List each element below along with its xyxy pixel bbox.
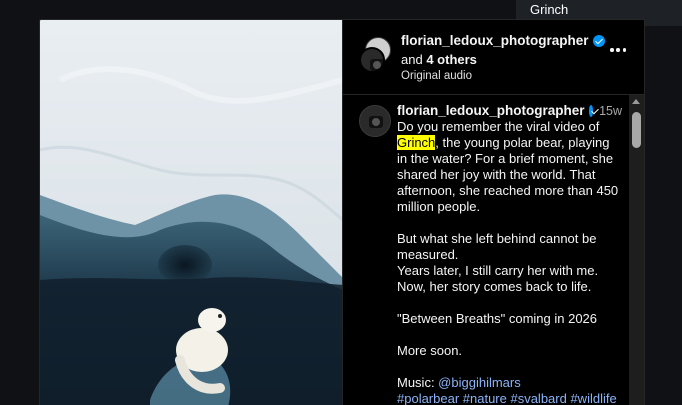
caption: florian_ledoux_photographer 15w Do you r…	[343, 95, 644, 405]
post-video[interactable]	[40, 20, 342, 405]
collaborators-count[interactable]: 4 others	[426, 52, 477, 67]
post-time[interactable]: 15w	[599, 103, 622, 119]
music-label: Music:	[397, 375, 439, 390]
caption-username[interactable]: florian_ledoux_photographer	[397, 103, 585, 119]
caption-avatar[interactable]	[359, 105, 391, 137]
collaborators-prefix: and	[401, 52, 423, 67]
caption-top: florian_ledoux_photographer 15w	[397, 103, 622, 119]
verified-badge-icon	[592, 34, 605, 47]
hashtags[interactable]: #polarbear #nature #svalbard #wildlife	[397, 391, 622, 405]
caption-paragraph-5: "Between Breaths" coming in 2026	[397, 311, 598, 326]
avatar	[359, 47, 385, 73]
audio-link[interactable]: Original audio	[401, 70, 630, 82]
header-username-label[interactable]: florian_ledoux_photographer	[401, 33, 589, 48]
post-header: florian_ledoux_photographer and 4 others…	[343, 20, 644, 95]
polar-bear-image	[40, 20, 342, 405]
find-input[interactable]	[530, 1, 682, 17]
post-sidebar: florian_ledoux_photographer and 4 others…	[342, 20, 644, 405]
caption-paragraph-3: Years later, I still carry her with me.	[397, 263, 599, 278]
scroll-up-arrow-icon[interactable]	[632, 99, 640, 104]
post-dialog: florian_ledoux_photographer and 4 others…	[39, 19, 645, 405]
collaborators-text[interactable]: and 4 others	[401, 52, 630, 67]
scrollbar-thumb[interactable]	[632, 112, 641, 148]
verified-badge-icon	[588, 105, 594, 117]
music-credit: Music: @biggihilmars	[397, 375, 622, 391]
camera-lens-icon	[373, 61, 381, 69]
caption-body: florian_ledoux_photographer 15w Do you r…	[397, 103, 622, 405]
collab-avatars[interactable]	[359, 37, 393, 77]
caption-paragraph-2: But what she left behind cannot be measu…	[397, 231, 597, 262]
caption-paragraph-1: Do you remember the viral video of Grinc…	[397, 119, 622, 215]
header-text: florian_ledoux_photographer and 4 others…	[401, 32, 630, 82]
caption-area: florian_ledoux_photographer 15w Do you r…	[343, 95, 644, 405]
page: florian_ledoux_photographer and 4 others…	[0, 0, 682, 405]
camera-lens-icon	[372, 118, 380, 126]
caption-paragraph-6: More soon.	[397, 343, 463, 358]
caption-paragraph-4: Now, her story comes back to life.	[397, 279, 592, 294]
header-username[interactable]: florian_ledoux_photographer	[401, 33, 605, 48]
caption-text: Do you remember the viral video of	[397, 119, 600, 134]
scrollbar[interactable]	[629, 95, 644, 405]
music-artist-link[interactable]: @biggihilmars	[438, 375, 521, 390]
more-options-icon[interactable]	[610, 48, 626, 52]
search-highlight: Grinch	[397, 135, 436, 150]
